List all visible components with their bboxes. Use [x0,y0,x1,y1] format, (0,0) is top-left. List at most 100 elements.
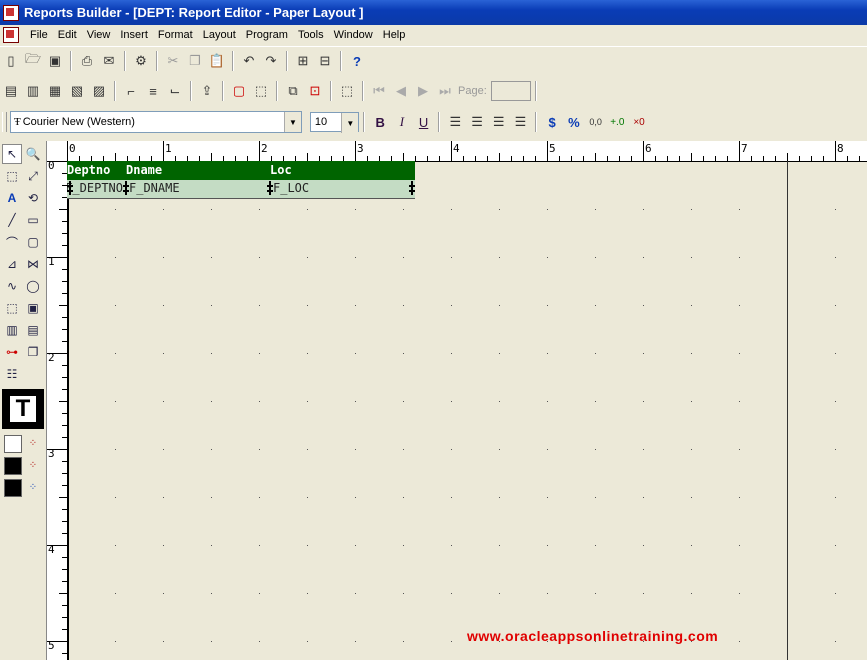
copy-icon[interactable]: ❐ [185,51,205,71]
chart-tool-icon[interactable]: ▥ [2,320,22,340]
menu-format[interactable]: Format [153,26,198,44]
first-page-icon[interactable]: ⏮ [369,81,389,101]
menu-view[interactable]: View [82,26,116,44]
previous-page-icon[interactable]: ◀ [391,81,411,101]
ruler-tick [619,156,620,161]
last-page-icon[interactable]: ⏭ [435,81,455,101]
field-deptno[interactable]: F_DEPTNO [67,181,123,195]
file-link-tool-icon[interactable]: ❐ [23,342,43,362]
bold-icon[interactable]: B [370,112,390,132]
line-color-icon[interactable]: ⁘ [23,455,43,475]
anchor-tool-icon[interactable]: ⊶ [2,342,22,362]
run-icon[interactable]: ⚙ [131,51,151,71]
align-center-icon[interactable]: ☰ [467,112,487,132]
menu-window[interactable]: Window [329,26,378,44]
field-tool-icon[interactable]: ▤ [23,320,43,340]
document-icon[interactable] [3,27,19,43]
repeating-frame-tool-icon[interactable]: ▣ [23,298,43,318]
frame-select-tool-icon[interactable]: ⬚ [2,166,22,186]
align-left-icon[interactable]: ☰ [445,112,465,132]
menu-edit[interactable]: Edit [53,26,82,44]
parameter-form-icon[interactable]: ▨ [89,81,109,101]
fill-color-swatch[interactable] [4,435,22,453]
confine-mode-icon[interactable]: ⬚ [251,81,271,101]
web-source-icon[interactable]: ▥ [23,81,43,101]
italic-icon[interactable]: I [392,112,412,132]
rotate-tool-icon[interactable]: ⤢ [23,166,43,186]
paper-design-icon[interactable]: ▧ [67,81,87,101]
group-icon[interactable]: ⬚ [337,81,357,101]
menu-insert[interactable]: Insert [115,26,153,44]
confine-icon[interactable]: ⇪ [197,81,217,101]
header-deptno[interactable]: Deptno [67,163,110,177]
ruler-tick [59,593,67,594]
select-tool-icon[interactable]: ↖ [2,144,22,164]
navigator-icon[interactable]: ⊞ [293,51,313,71]
polyline-tool-icon[interactable]: ⋈ [23,254,43,274]
redo-icon[interactable]: ↷ [261,51,281,71]
line-tool-icon[interactable]: ╱ [2,210,22,230]
ellipse-tool-icon[interactable]: ◯ [23,276,43,296]
new-icon[interactable]: ▯ [1,51,21,71]
save-icon[interactable]: ▣ [45,51,65,71]
line-color-swatch[interactable] [4,457,22,475]
commas-icon[interactable]: 0,0 [586,112,606,132]
font-select[interactable]: Ŧ Courier New (Western) ▼ [9,111,302,133]
text-color-icon[interactable]: ⁘ [23,477,43,497]
next-page-icon[interactable]: ▶ [413,81,433,101]
paste-icon[interactable]: 📋 [207,51,227,71]
arc-tool-icon[interactable]: ⌒ [2,232,22,252]
remove-decimal-icon[interactable]: ×0 [629,112,649,132]
currency-icon[interactable]: $ [542,112,562,132]
menu-layout[interactable]: Layout [198,26,241,44]
rounded-rectangle-tool-icon[interactable]: ▢ [23,232,43,252]
toolbar-grip[interactable] [2,112,7,132]
undo-icon[interactable]: ↶ [239,51,259,71]
freehand-tool-icon[interactable]: ∿ [2,276,22,296]
menu-file[interactable]: File [25,26,53,44]
select-children-icon[interactable]: ⊡ [305,81,325,101]
rectangle-tool-icon[interactable]: ▭ [23,210,43,230]
chevron-down-icon[interactable]: ▼ [341,113,359,133]
open-icon[interactable]: 🗁 [23,51,43,71]
header-dname[interactable]: Dname [126,163,162,177]
cut-icon[interactable]: ✂ [163,51,183,71]
help-icon[interactable]: ? [347,51,367,71]
data-model-icon[interactable]: ▤ [1,81,21,101]
justify-icon[interactable]: ☰ [511,112,531,132]
property-inspector-icon[interactable]: ⊟ [315,51,335,71]
text-color-swatch[interactable] [4,479,22,497]
paper-layout-canvas[interactable]: 012345678 012345 Deptno Dname Loc F_DEPT… [47,141,867,660]
underline-icon[interactable]: U [414,112,434,132]
chevron-down-icon[interactable]: ▼ [283,112,301,132]
select-parent-frame-icon[interactable]: ⧉ [283,81,303,101]
truetype-icon: Ŧ [13,116,21,128]
field-dname[interactable]: F_DNAME [129,181,264,195]
mail-icon[interactable]: ✉ [99,51,119,71]
margin-icon[interactable]: ≡ [143,81,163,101]
menu-program[interactable]: Program [241,26,293,44]
fill-color-icon[interactable]: ⁘ [23,433,43,453]
menu-help[interactable]: Help [378,26,411,44]
text-tool-icon[interactable]: A [2,188,22,208]
paper-layout-icon[interactable]: ▦ [45,81,65,101]
report-block-tool-icon[interactable]: ☷ [2,364,22,384]
menu-tools[interactable]: Tools [293,26,329,44]
font-size-select[interactable]: 10 ▼ [309,112,360,133]
body-icon[interactable]: ⌐ [121,81,141,101]
polygon-tool-icon[interactable]: ⊿ [2,254,22,274]
frame-tool-icon[interactable]: ⬚ [2,298,22,318]
grid-dot [547,209,548,210]
header-loc[interactable]: Loc [270,163,292,177]
repeating-frame[interactable]: Deptno Dname Loc F_DEPTNO F_DNAME F_LOC [67,161,415,199]
field-loc[interactable]: F_LOC [273,181,403,195]
page-number-field[interactable] [490,81,531,101]
percent-icon[interactable]: % [564,112,584,132]
reshape-tool-icon[interactable]: ⟲ [23,188,43,208]
print-icon[interactable]: ⎙ [77,51,97,71]
align-right-icon[interactable]: ☰ [489,112,509,132]
flex-mode-icon[interactable]: ▢ [229,81,249,101]
header-footer-icon[interactable]: ⌙ [165,81,185,101]
magnify-tool-icon[interactable]: 🔍 [23,144,43,164]
add-decimal-icon[interactable]: +.0 [607,112,627,132]
